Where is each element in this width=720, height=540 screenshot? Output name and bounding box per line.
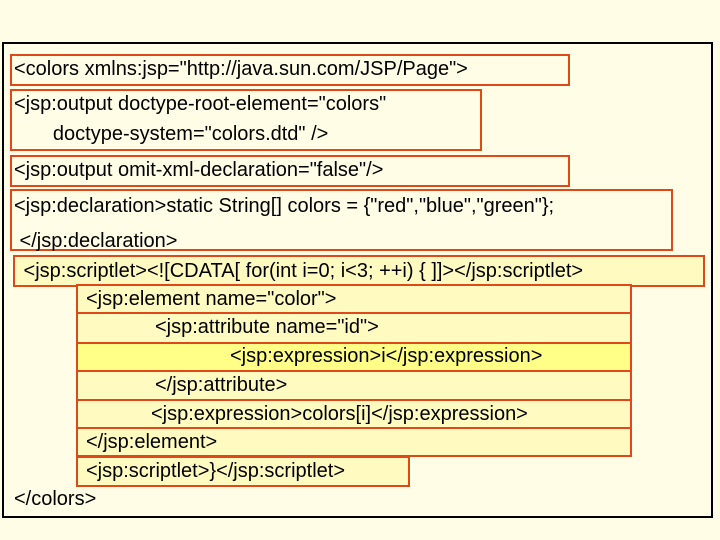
code-line-5: <jsp:declaration>static String[] colors …: [14, 195, 555, 217]
code-line-10: <jsp:expression>i</jsp:expression>: [230, 345, 543, 367]
code-line-11: </jsp:attribute>: [155, 374, 288, 396]
code-line-4: <jsp:output omit-xml-declaration="false"…: [14, 159, 384, 181]
code-line-3: doctype-system="colors.dtd" />: [14, 123, 329, 145]
code-line-7: <jsp:scriptlet><![CDATA[ for(int i=0; i<…: [18, 260, 584, 282]
code-line-14: <jsp:scriptlet>}</jsp:scriptlet>: [86, 460, 346, 482]
code-line-1: <colors xmlns:jsp="http://java.sun.com/J…: [14, 58, 468, 80]
code-line-15: </colors>: [14, 488, 97, 510]
code-line-9: <jsp:attribute name="id">: [155, 316, 379, 338]
code-line-12: <jsp:expression>colors[i]</jsp:expressio…: [151, 403, 528, 425]
code-line-13: </jsp:element>: [86, 431, 218, 453]
code-line-6: </jsp:declaration>: [14, 230, 178, 252]
code-line-8: <jsp:element name="color">: [86, 288, 337, 310]
code-line-2: <jsp:output doctype-root-element="colors…: [14, 93, 387, 115]
